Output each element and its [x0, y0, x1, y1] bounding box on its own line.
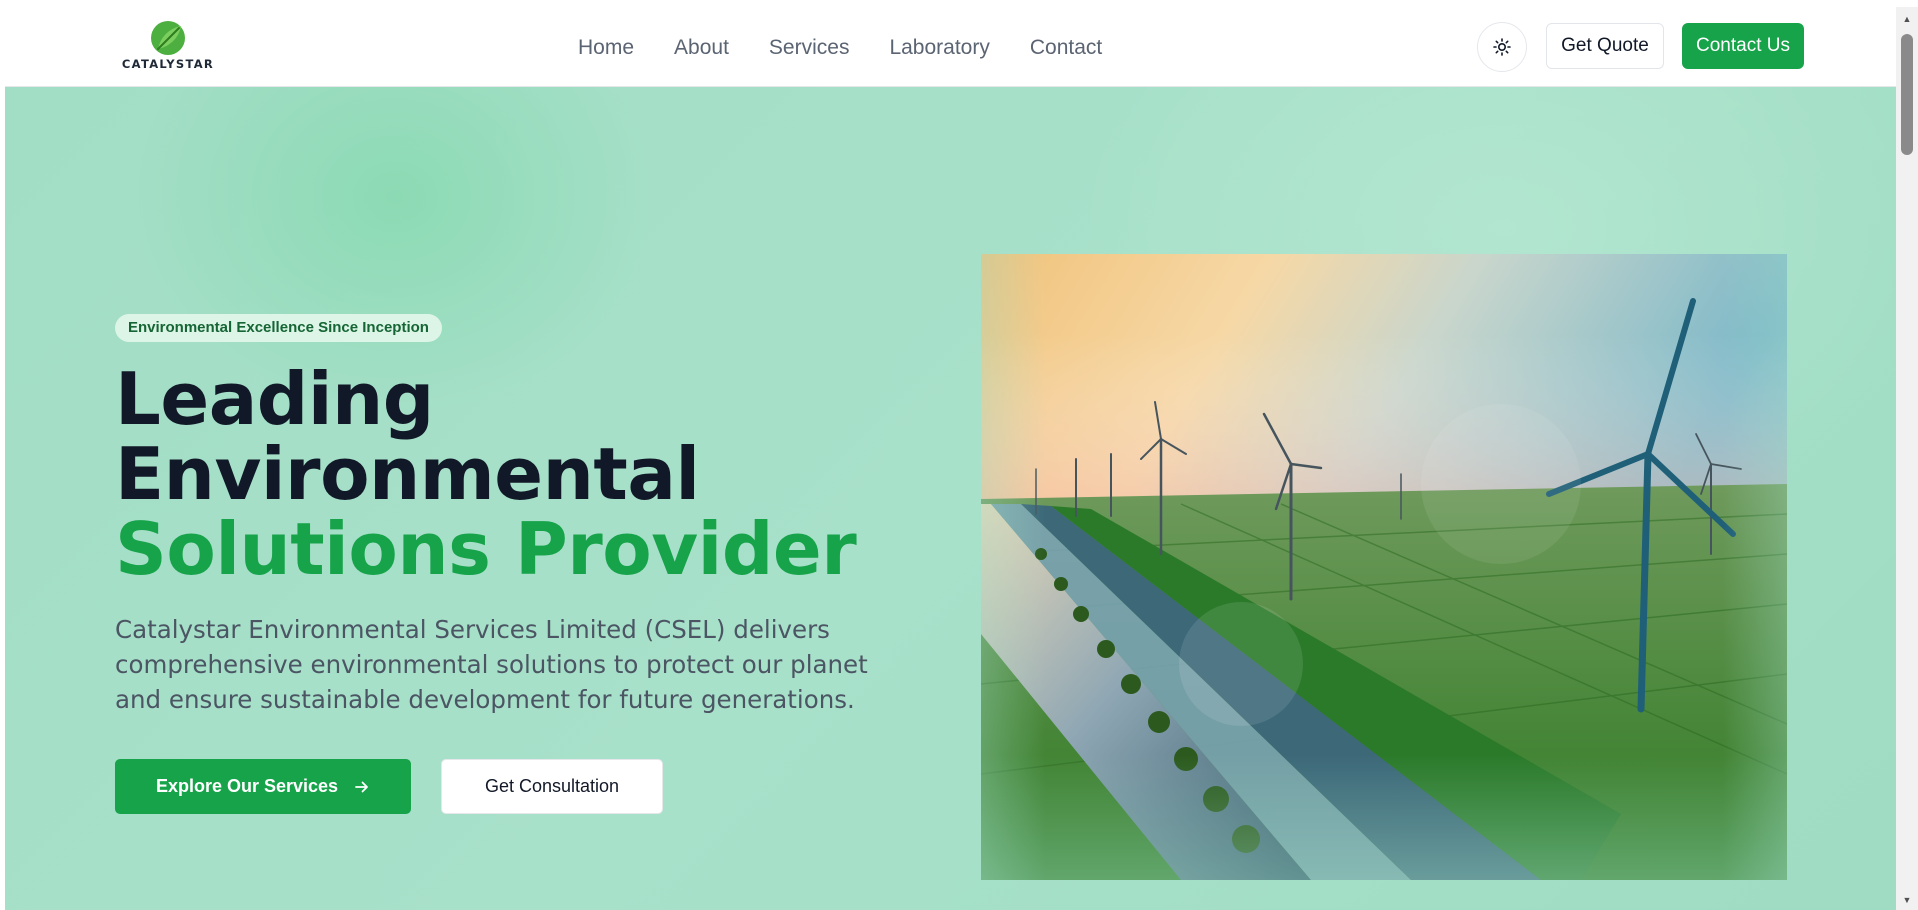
vertical-scrollbar[interactable]: ▲ ▼ [1896, 7, 1918, 910]
hero-badge: Environmental Excellence Since Inception [115, 314, 442, 342]
brand-logo[interactable]: CATALYSTAR [116, 13, 220, 75]
page-viewport: Environmental Excellence Since Inception… [5, 7, 1896, 910]
scroll-down-arrow-icon[interactable]: ▼ [1901, 894, 1913, 906]
get-quote-button[interactable]: Get Quote [1546, 23, 1664, 69]
nav-laboratory[interactable]: Laboratory [889, 33, 989, 63]
main-nav: Home About Services Laboratory Contact [578, 33, 1102, 63]
nav-about[interactable]: About [674, 33, 729, 63]
nav-home[interactable]: Home [578, 33, 634, 63]
explore-services-button[interactable]: Explore Our Services [115, 759, 411, 814]
hero-headline: Leading Environmental Solutions Provider [115, 362, 935, 587]
explore-services-label: Explore Our Services [155, 776, 339, 796]
headline-line-3: Solutions Provider [115, 507, 857, 591]
headline-line-2: Environmental [115, 432, 700, 516]
scrollbar-thumb[interactable] [1901, 34, 1913, 155]
hero-image-wind-turbines [981, 254, 1787, 880]
sun-icon [1493, 38, 1511, 56]
site-header: CATALYSTAR Home About Services Laborator… [5, 7, 1896, 87]
leaf-logo-icon [151, 21, 185, 55]
brand-name: CATALYSTAR [121, 57, 215, 71]
hero-description: Catalystar Environmental Services Limite… [115, 615, 868, 714]
nav-contact[interactable]: Contact [1030, 33, 1102, 63]
theme-toggle-button[interactable] [1477, 22, 1527, 72]
hero-section: Environmental Excellence Since Inception… [5, 87, 1896, 910]
contact-us-button[interactable]: Contact Us [1682, 23, 1804, 69]
nav-services[interactable]: Services [769, 33, 850, 63]
hero-image-overlay [981, 254, 1787, 880]
arrow-right-icon [355, 781, 368, 792]
get-consultation-button[interactable]: Get Consultation [441, 759, 663, 814]
headline-line-1: Leading [115, 357, 434, 441]
scroll-up-arrow-icon[interactable]: ▲ [1901, 13, 1913, 25]
